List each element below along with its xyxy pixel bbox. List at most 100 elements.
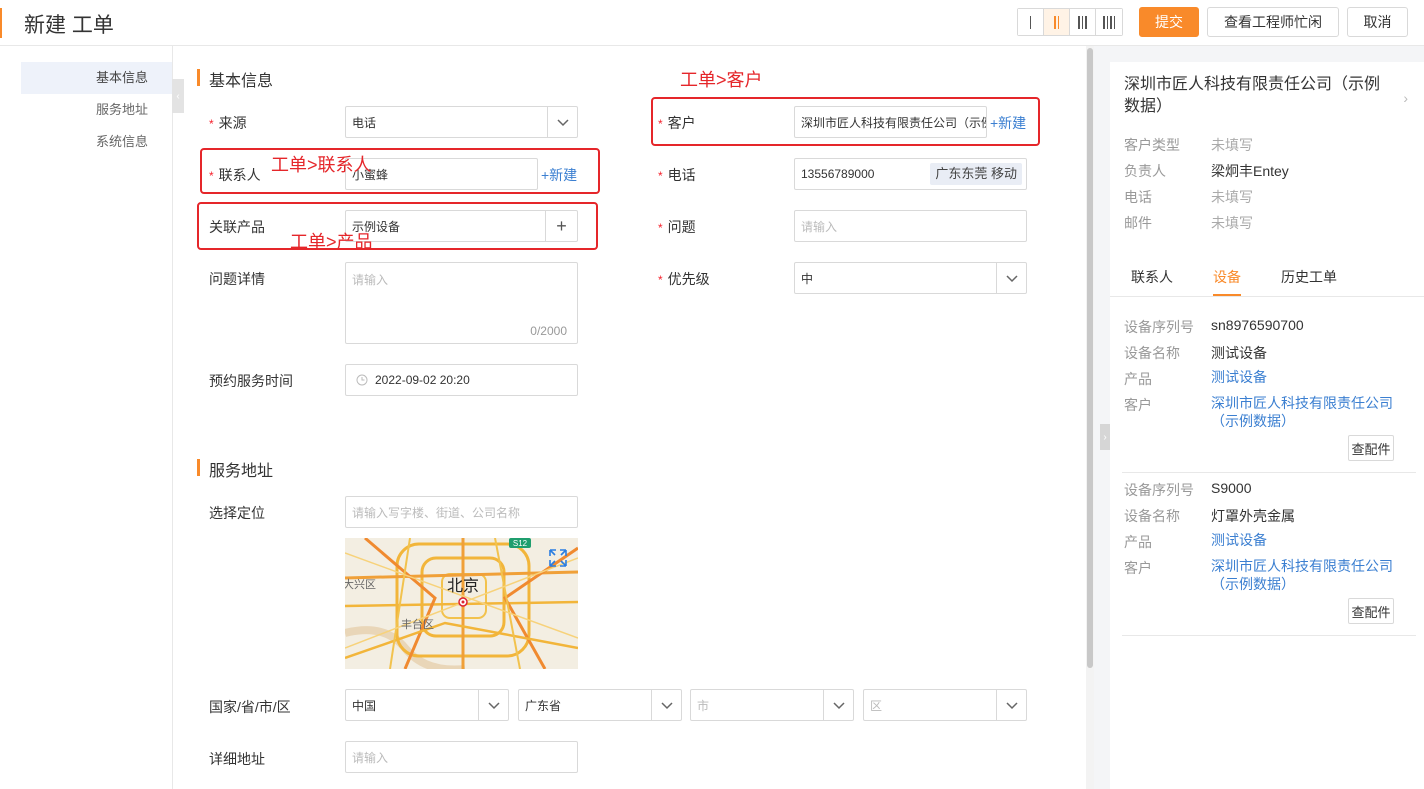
panel-tabs: 联系人 设备 历史工单 [1110,257,1424,297]
nav-divider [172,46,173,789]
device-name: 灯罩外壳金属 [1211,508,1295,524]
device-key: 设备名称 [1124,508,1180,524]
device-customer-link[interactable]: 深圳市匠人科技有限责任公司（示例数据） [1211,557,1411,593]
annotation-contact-box [200,148,600,194]
clock-icon [356,374,368,386]
info-value: 梁炯丰Entey [1211,163,1289,179]
city-select[interactable]: 市 [690,689,854,721]
chevron-down-icon [547,107,577,137]
source-select[interactable]: 电话 [345,106,578,138]
chevron-down-icon [996,263,1026,293]
device-product-link[interactable]: 测试设备 [1211,531,1411,549]
layout-four-column-button[interactable] [1096,9,1122,35]
nav-item-system-info[interactable]: 系统信息 [21,126,173,158]
collapse-panel-handle[interactable]: › [1100,424,1110,450]
chevron-down-icon [823,690,853,720]
device-key: 产品 [1124,534,1152,550]
customer-detail-panel: 深圳市匠人科技有限责任公司（示例数据） › 客户类型 未填写 负责人 梁炯丰En… [1110,62,1424,789]
chevron-down-icon [651,690,681,720]
phone-location-tag: 广东东莞 移动 [930,163,1022,185]
appointment-datetime-picker[interactable]: 2022-09-02 20:20 [345,364,578,396]
phone-input[interactable]: 13556789000 广东东莞 移动 [794,158,1027,190]
layout-column-switch [1017,8,1123,36]
required-mark: * [658,221,663,235]
device-key: 产品 [1124,371,1152,387]
submit-button[interactable]: 提交 [1139,7,1199,37]
issue-detail-label: 问题详情 [209,271,265,287]
tab-devices[interactable]: 设备 [1213,267,1241,287]
location-map[interactable]: S12 北京 大兴区 丰台区 [345,538,578,669]
annotation-customer-box [651,97,1040,146]
device-divider [1122,635,1416,636]
info-value: 未填写 [1211,215,1253,231]
country-select[interactable]: 中国 [345,689,509,721]
source-label: * 来源 [209,115,247,131]
char-counter: 0/2000 [530,324,567,338]
required-mark: * [658,169,663,183]
annotation-contact-text: 工单>联系人 [271,155,372,175]
map-district-south: 丰台区 [401,617,434,631]
view-parts-button[interactable]: 查配件 [1348,598,1394,624]
detail-address-input[interactable]: 请输入 [345,741,578,773]
device-key: 客户 [1124,560,1152,576]
priority-label: * 优先级 [658,271,710,287]
issue-input[interactable]: 请输入 [794,210,1027,242]
active-tab-indicator [1213,294,1241,296]
tab-history[interactable]: 历史工单 [1281,267,1337,287]
layout-two-column-button[interactable] [1044,9,1070,35]
issue-detail-textarea[interactable]: 请输入 0/2000 [345,262,578,344]
info-key: 邮件 [1124,215,1152,231]
chevron-down-icon [996,690,1026,720]
info-key: 负责人 [1124,163,1166,179]
location-label: 选择定位 [209,505,265,521]
info-key: 客户类型 [1124,137,1180,153]
priority-select[interactable]: 中 [794,262,1027,294]
device-customer-link[interactable]: 深圳市匠人科技有限责任公司（示例数据） [1211,394,1411,430]
basic-info-section-title: 基本信息 [197,67,273,91]
device-product-link[interactable]: 测试设备 [1211,368,1411,386]
chevron-left-icon: ‹ [176,90,180,102]
nav-item-service-address[interactable]: 服务地址 [21,94,173,126]
detail-address-label: 详细地址 [209,751,265,767]
info-key: 电话 [1124,189,1152,205]
chevron-down-icon [478,690,508,720]
map-district-west: 大兴区 [345,577,376,591]
required-mark: * [658,273,663,287]
issue-detail-placeholder: 请输入 [352,273,389,287]
annotation-product-text: 工单>产品 [290,232,373,252]
province-select[interactable]: 广东省 [518,689,682,721]
device-key: 客户 [1124,397,1152,413]
page-title: 新建 工单 [24,14,114,37]
issue-label: * 问题 [658,219,696,235]
view-parts-button[interactable]: 查配件 [1348,435,1394,461]
service-address-section-title: 服务地址 [197,457,273,481]
required-mark: * [209,117,214,131]
main-scrollbar-thumb[interactable] [1087,48,1093,668]
device-key: 设备名称 [1124,345,1180,361]
appointment-label: 预约服务时间 [209,373,293,389]
device-key: 设备序列号 [1124,482,1194,498]
device-divider [1122,472,1416,473]
chevron-right-icon[interactable]: › [1403,90,1408,106]
tab-contacts[interactable]: 联系人 [1131,267,1173,287]
cancel-button[interactable]: 取消 [1347,7,1408,37]
engineer-availability-button[interactable]: 查看工程师忙闲 [1207,7,1339,37]
panel-customer-name[interactable]: 深圳市匠人科技有限责任公司（示例数据） [1124,74,1394,118]
section-nav: 基本信息 服务地址 系统信息 [21,62,173,158]
collapse-nav-handle[interactable]: ‹ [172,79,184,113]
page-header: 新建 工单 提交 查看工程师忙闲 取消 [0,0,1424,46]
device-key: 设备序列号 [1124,319,1194,335]
map-road-label: S12 [513,539,528,548]
title-accent-bar [0,8,2,38]
region-label: 国家/省/市/区 [209,699,291,715]
device-serial: sn8976590700 [1211,317,1304,333]
district-select[interactable]: 区 [863,689,1027,721]
location-search-input[interactable]: 请输入写字楼、街道、公司名称 [345,496,578,528]
info-value: 未填写 [1211,137,1253,153]
device-name: 测试设备 [1211,345,1267,361]
phone-label: * 电话 [658,167,696,183]
layout-three-column-button[interactable] [1070,9,1096,35]
nav-item-basic-info[interactable]: 基本信息 [21,62,173,94]
layout-one-column-button[interactable] [1018,9,1044,35]
annotation-customer-text: 工单>客户 [680,70,763,90]
